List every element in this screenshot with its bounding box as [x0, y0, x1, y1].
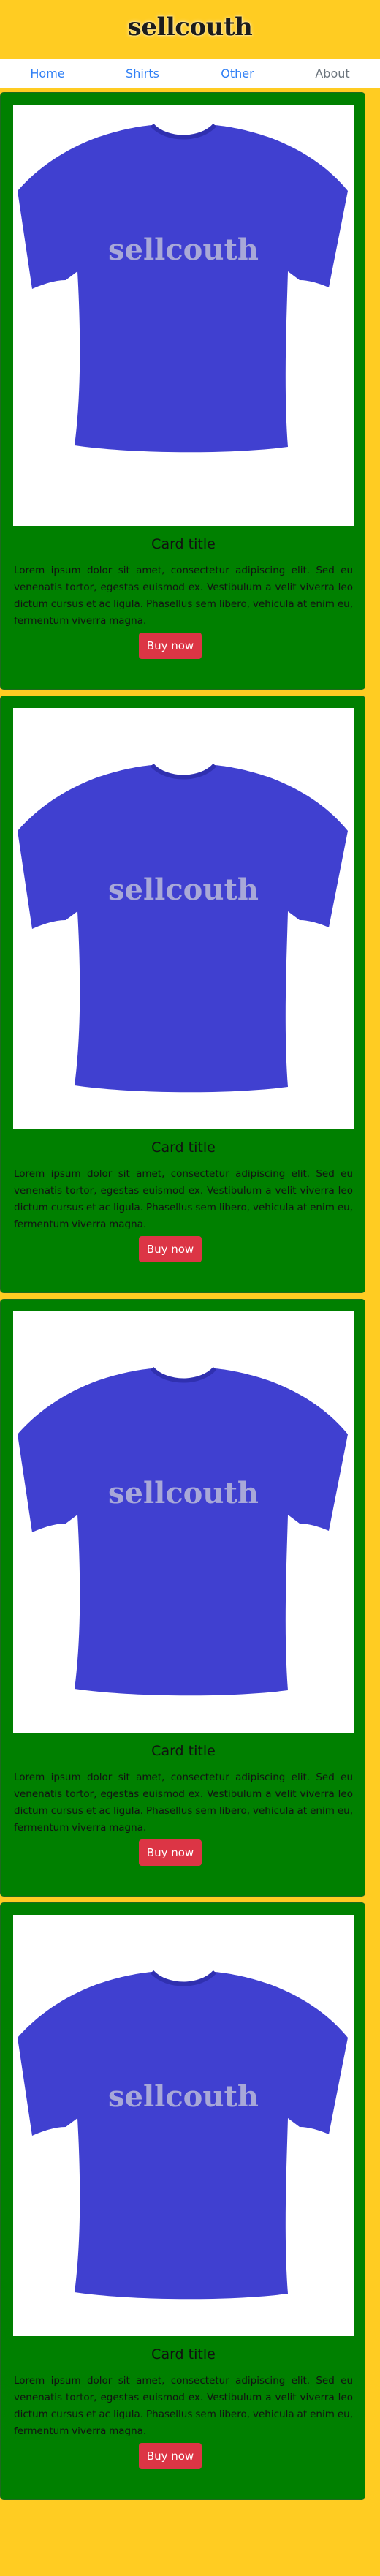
- nav-link-shirts[interactable]: Shirts: [95, 67, 190, 80]
- tshirt-image: sellcouth: [18, 1970, 348, 2300]
- nav-link-other[interactable]: Other: [190, 67, 285, 80]
- card-text: Lorem ipsum dolor sit amet, consectetur …: [14, 2375, 353, 2437]
- shirt-print-text: sellcouth: [108, 1476, 259, 1510]
- nav-link-home[interactable]: Home: [0, 67, 95, 80]
- nav-link-about[interactable]: About: [285, 67, 380, 80]
- card-text: Lorem ipsum dolor sit amet, consectetur …: [14, 1771, 353, 1834]
- card-title: Card title: [151, 2346, 216, 2362]
- shirt-print-text: sellcouth: [108, 2079, 259, 2114]
- product-card: sellcouth Card title Lorem ipsum dolor s…: [0, 1299, 365, 1897]
- card-title: Card title: [151, 1743, 216, 1759]
- buy-now-button[interactable]: Buy now: [139, 633, 202, 659]
- product-card: sellcouth Card title Lorem ipsum dolor s…: [0, 696, 365, 1293]
- buy-now-button[interactable]: Buy now: [139, 1236, 202, 1262]
- buy-now-button[interactable]: Buy now: [139, 1839, 202, 1866]
- product-card: sellcouth Card title Lorem ipsum dolor s…: [0, 1902, 365, 2500]
- site-header: sellcouth: [0, 0, 380, 54]
- card-title: Card title: [151, 1140, 216, 1156]
- product-image: sellcouth: [13, 105, 354, 526]
- product-image: sellcouth: [13, 1311, 354, 1733]
- card-text: Lorem ipsum dolor sit amet, consectetur …: [14, 1168, 353, 1230]
- card-text: Lorem ipsum dolor sit amet, consectetur …: [14, 565, 353, 627]
- product-card: sellcouth Card title Lorem ipsum dolor s…: [0, 92, 365, 690]
- tshirt-image: sellcouth: [18, 763, 348, 1093]
- tshirt-image: sellcouth: [18, 123, 348, 453]
- product-image: sellcouth: [13, 708, 354, 1129]
- main-nav: Home Shirts Other About: [0, 59, 380, 88]
- site-logo[interactable]: sellcouth: [128, 12, 253, 42]
- shirt-print-text: sellcouth: [108, 233, 259, 267]
- shirt-print-text: sellcouth: [108, 873, 259, 907]
- card-title: Card title: [151, 536, 216, 552]
- tshirt-image: sellcouth: [18, 1366, 348, 1696]
- buy-now-button[interactable]: Buy now: [139, 2443, 202, 2469]
- product-image: sellcouth: [13, 1915, 354, 2336]
